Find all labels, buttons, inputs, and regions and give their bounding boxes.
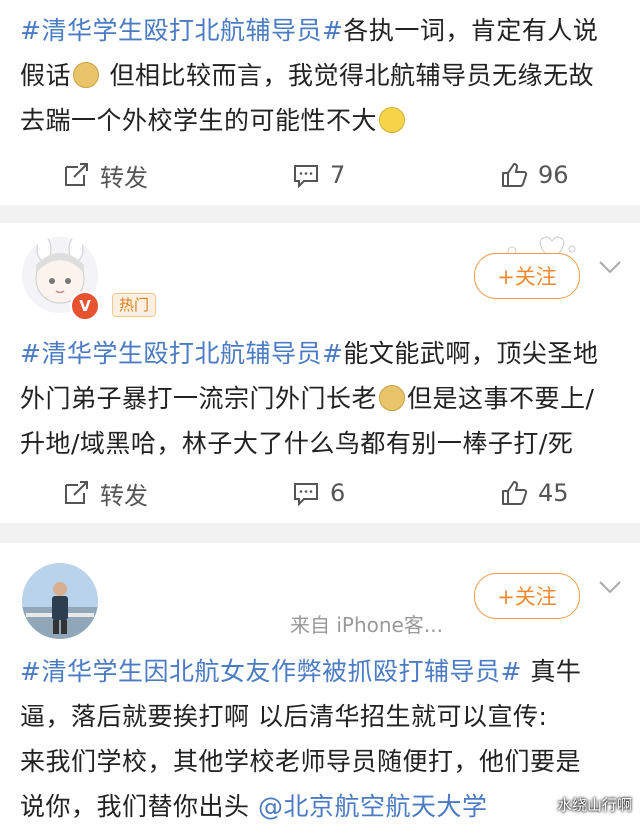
post-3: +关注 来自 iPhone客... #清华学生因北航女友作弊被抓殴打辅导员# 真… <box>0 543 640 821</box>
post-2-actions: 转发 6 45 <box>0 468 640 518</box>
repost-label: 转发 <box>100 481 148 510</box>
chevron-down-icon[interactable] <box>598 260 622 274</box>
repost-button[interactable]: 转发 <box>62 476 148 511</box>
like-button[interactable]: 96 <box>500 161 569 189</box>
post-text-segment: 说你，我们替你出头 <box>20 792 258 821</box>
like-button[interactable]: 45 <box>500 479 569 507</box>
verified-badge: V <box>70 291 100 321</box>
post-separator <box>0 205 640 223</box>
avatar[interactable] <box>22 563 98 639</box>
comment-icon <box>294 165 318 189</box>
post-3-header: +关注 来自 iPhone客... <box>0 543 640 643</box>
dog-emoji-icon <box>73 62 100 88</box>
watermark: 水绕山行啊 <box>556 796 632 814</box>
comment-count: 6 <box>330 479 346 507</box>
post-text-segment: 各执一词，肯定有人说 <box>343 16 599 45</box>
post-2-header: V 热门 +关注 <box>0 223 640 323</box>
post-text-segment: 升地/域黑哈，林子大了什么鸟都有别一棒子打/死 <box>20 429 574 458</box>
post-text-segment: 真牛 <box>521 657 582 686</box>
dog-emoji-icon <box>379 385 406 411</box>
repost-icon <box>65 481 88 504</box>
chevron-down-icon[interactable] <box>598 580 622 594</box>
like-count: 96 <box>538 161 569 189</box>
post-text-segment: 能文能武啊，顶尖圣地 <box>343 339 599 368</box>
comment-icon <box>294 483 318 507</box>
comment-button[interactable]: 7 <box>292 161 345 189</box>
repost-button[interactable]: 转发 <box>62 158 148 193</box>
post-source: 来自 iPhone客... <box>290 613 443 637</box>
like-count: 45 <box>538 479 569 507</box>
post-text-segment: 去踹一个外校学生的可能性不大 <box>20 106 378 135</box>
hashtag-link[interactable]: #清华学生殴打北航辅导员# <box>20 339 343 368</box>
post-text-segment: 外门弟子暴打一流宗门外门长老 <box>20 384 378 413</box>
like-icon <box>502 481 528 505</box>
post-text-segment: 逼，落后就要挨打啊 以后清华招生就可以宣传: <box>20 702 548 731</box>
post-separator <box>0 523 640 543</box>
post-text-segment: 但相比较而言，我觉得北航辅导员无缘无故 <box>101 61 594 90</box>
person-photo-icon <box>22 563 98 639</box>
comment-button[interactable]: 6 <box>292 479 345 507</box>
post-2-text: #清华学生殴打北航辅导员#能文能武啊，顶尖圣地 外门弟子暴打一流宗门外门长老 但是… <box>20 331 620 466</box>
follow-button[interactable]: +关注 <box>474 253 580 299</box>
mention-link[interactable]: @北京航空航天大学 <box>258 792 488 821</box>
post-1-text: #清华学生殴打北航辅导员#各执一词，肯定有人说 假话 但相比较而言，我觉得北航辅… <box>20 8 620 143</box>
repost-label: 转发 <box>100 163 148 192</box>
comment-count: 7 <box>330 161 346 189</box>
post-text-segment: 但是这事不要上/ <box>407 384 595 413</box>
post-text-segment: 假话 <box>20 61 72 90</box>
follow-button[interactable]: +关注 <box>474 573 580 619</box>
post-3-text: #清华学生因北航女友作弊被抓殴打辅导员# 真牛 逼，落后就要挨打啊 以后清华招生… <box>20 649 620 829</box>
post-2: V 热门 +关注 #清华学生殴打北航辅导员#能文能武啊，顶尖圣地 外门弟子暴打一… <box>0 223 640 523</box>
post-1: #清华学生殴打北航辅导员#各执一词，肯定有人说 假话 但相比较而言，我觉得北航辅… <box>0 0 640 205</box>
hot-badge: 热门 <box>112 293 157 317</box>
post-1-actions: 转发 7 96 <box>0 150 640 200</box>
smile-emoji-icon <box>379 107 406 133</box>
hashtag-link[interactable]: #清华学生因北航女友作弊被抓殴打辅导员# <box>20 657 522 686</box>
like-icon <box>502 163 528 187</box>
hashtag-link[interactable]: #清华学生殴打北航辅导员# <box>20 16 343 45</box>
post-text-segment: 来我们学校，其他学校老师导员随便打，他们要是 <box>20 747 582 776</box>
repost-icon <box>65 163 88 186</box>
